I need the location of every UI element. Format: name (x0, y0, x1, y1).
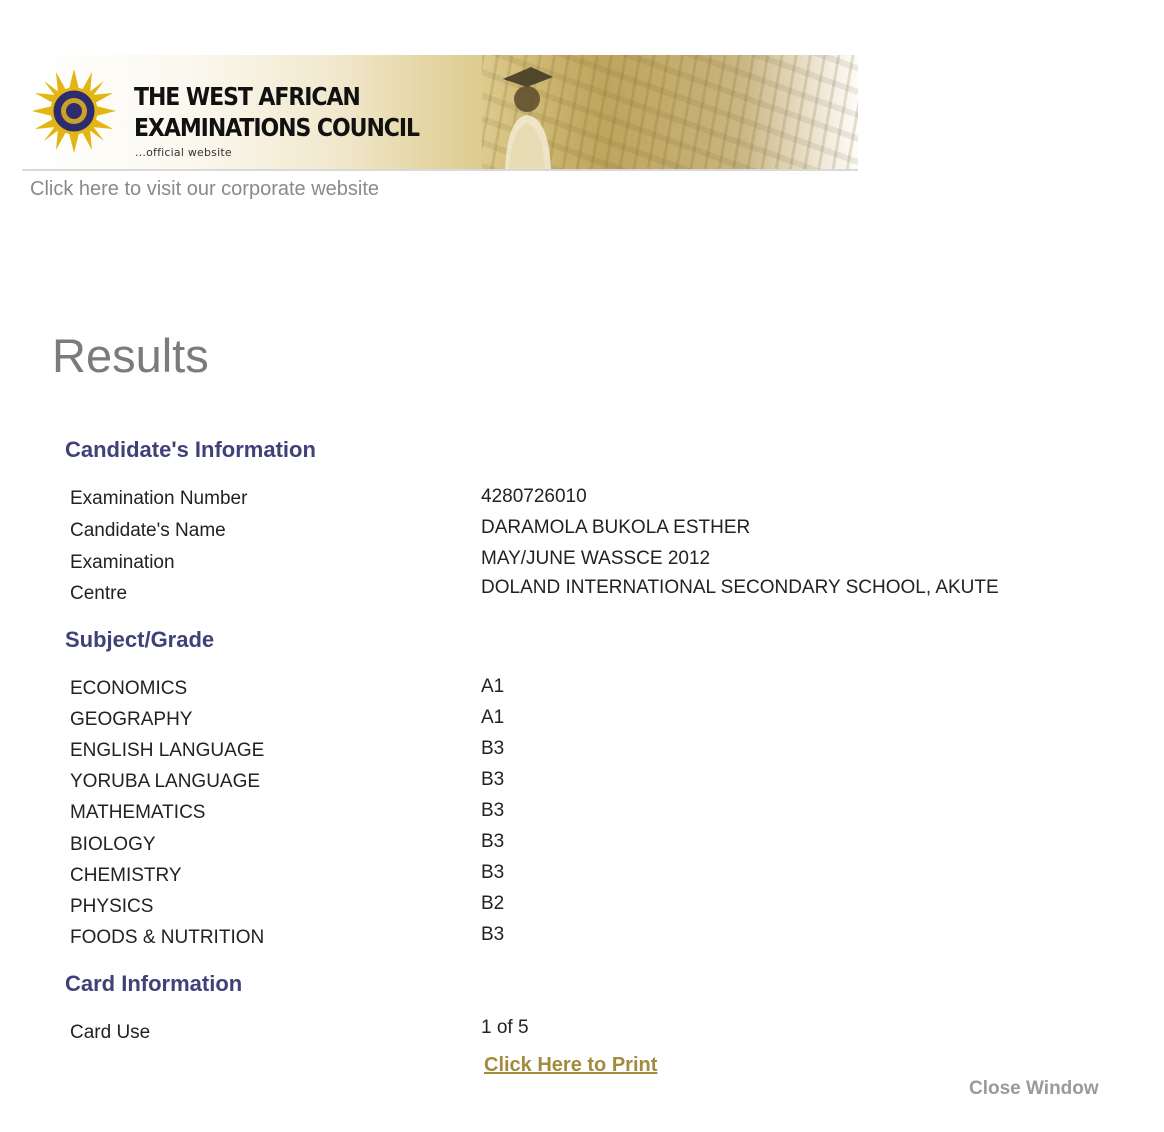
candidate-name-value: DARAMOLA BUKOLA ESTHER (481, 517, 751, 538)
subject-grade: B3 (481, 862, 505, 883)
card-use-label: Card Use (70, 1022, 151, 1043)
subject-grade: B3 (481, 800, 505, 821)
subject-name: FOODS & NUTRITION (70, 927, 265, 948)
subject-grade: A1 (481, 707, 505, 728)
page-title: Results (52, 329, 209, 382)
subject-grade: B3 (481, 831, 505, 852)
graduate-figure-image (503, 67, 553, 169)
subject-name: YORUBA LANGUAGE (70, 771, 261, 792)
corporate-website-link[interactable]: Click here to visit our corporate websit… (30, 178, 379, 201)
candidate-info-heading: Candidate's Information (65, 437, 316, 462)
candidate-name-label: Candidate's Name (70, 520, 226, 541)
subject-grade: B3 (481, 769, 505, 790)
exam-number-value: 4280726010 (481, 486, 587, 507)
card-use-value: 1 of 5 (481, 1017, 529, 1038)
examination-value: MAY/JUNE WASSCE 2012 (481, 548, 711, 569)
print-link[interactable]: Click Here to Print (484, 1054, 657, 1077)
subject-grade: B3 (481, 924, 505, 945)
subject-grade: A1 (481, 676, 505, 697)
close-window-link[interactable]: Close Window (969, 1078, 1099, 1100)
tagline: ...official website (135, 146, 232, 159)
exam-number-label: Examination Number (70, 488, 248, 509)
subject-name: GEOGRAPHY (70, 709, 193, 730)
subject-name: BIOLOGY (70, 834, 156, 855)
centre-label: Centre (70, 583, 128, 604)
org-name-line2: EXAMINATIONS COUNCIL (134, 113, 420, 142)
waec-banner: THE WEST AFRICAN EXAMINATIONS COUNCIL ..… (22, 55, 858, 171)
subject-name: MATHEMATICS (70, 802, 206, 823)
subject-grade: B2 (481, 893, 505, 914)
centre-value: DOLAND INTERNATIONAL SECONDARY SCHOOL, A… (481, 577, 999, 598)
subject-name: ENGLISH LANGUAGE (70, 740, 265, 761)
examination-label: Examination (70, 552, 175, 573)
org-name-line1: THE WEST AFRICAN (134, 82, 361, 111)
card-info-heading: Card Information (65, 971, 243, 996)
subject-name: CHEMISTRY (70, 865, 182, 886)
subject-name: PHYSICS (70, 896, 154, 917)
waec-logo-icon (32, 69, 116, 153)
subject-grade-heading: Subject/Grade (65, 627, 215, 652)
org-name: THE WEST AFRICAN EXAMINATIONS COUNCIL (134, 81, 420, 143)
subject-grade: B3 (481, 738, 505, 759)
subject-name: ECONOMICS (70, 678, 188, 699)
